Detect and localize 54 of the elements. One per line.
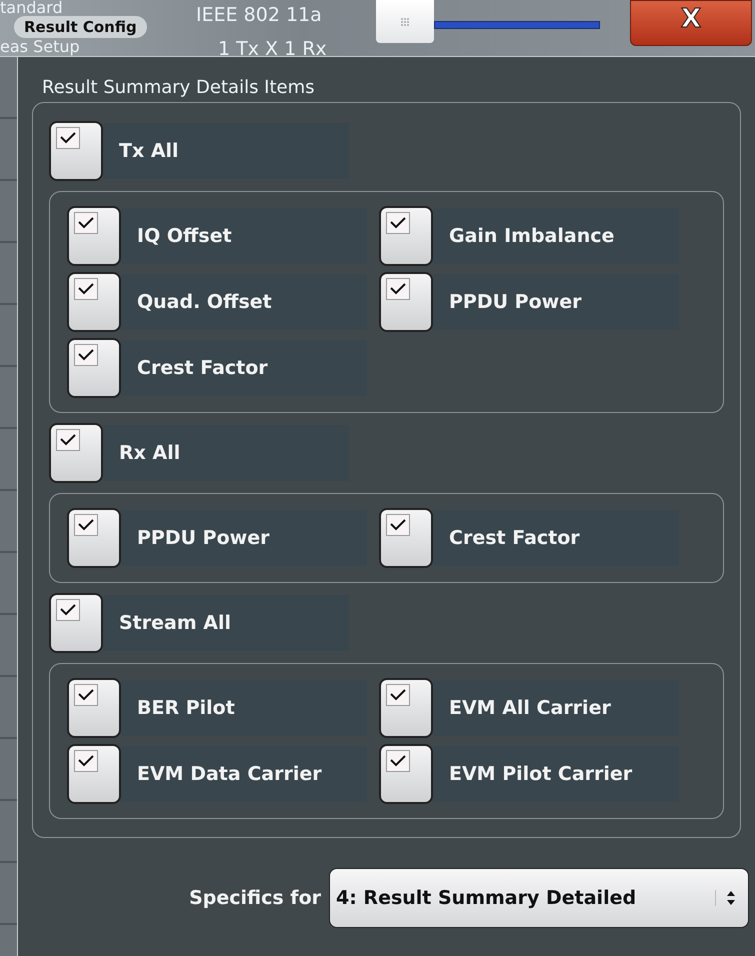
drag-handle[interactable] <box>376 0 434 43</box>
checkbox[interactable] <box>67 508 121 568</box>
specifics-label: Specifics for <box>189 887 321 909</box>
checkbox[interactable] <box>379 206 433 266</box>
check-icon <box>60 434 76 446</box>
specifics-dropdown[interactable]: 4: Result Summary Detailed <box>329 868 749 928</box>
check-icon <box>78 689 94 701</box>
checkbox[interactable] <box>67 678 121 738</box>
checkbox-label: IQ Offset <box>137 225 232 247</box>
group-title: Result Summary Details Items <box>42 77 316 100</box>
check-icon <box>390 689 406 701</box>
checkbox-label: Stream All <box>119 612 231 634</box>
check-icon <box>78 519 94 531</box>
checkbox[interactable] <box>379 744 433 804</box>
check-icon <box>78 283 94 295</box>
checkbox[interactable] <box>379 508 433 568</box>
spinner-arrows-icon <box>715 890 736 906</box>
checkbox[interactable] <box>379 272 433 332</box>
close-button[interactable]: X <box>630 0 752 46</box>
check-icon <box>390 217 406 229</box>
check-icon <box>78 217 94 229</box>
checkbox-label: Crest Factor <box>449 527 580 549</box>
checkbox-label: Quad. Offset <box>137 291 272 313</box>
check-icon <box>390 283 406 295</box>
checkbox-label: PPDU Power <box>449 291 582 313</box>
checkbox[interactable] <box>67 206 121 266</box>
grip-icon <box>400 16 410 26</box>
checkbox[interactable] <box>67 338 121 398</box>
check-icon <box>390 519 406 531</box>
checkbox-label: EVM All Carrier <box>449 697 611 719</box>
checkbox-label: Crest Factor <box>137 357 268 379</box>
check-icon <box>78 349 94 361</box>
background-text: eas Setup <box>0 39 80 55</box>
checkbox-label: BER Pilot <box>137 697 235 719</box>
checkbox-label: Rx All <box>119 442 180 464</box>
checkbox-label: EVM Data Carrier <box>137 763 322 785</box>
checkbox[interactable] <box>67 744 121 804</box>
checkbox-label: EVM Pilot Carrier <box>449 763 632 785</box>
checkbox[interactable] <box>379 678 433 738</box>
check-icon <box>60 604 76 616</box>
checkbox[interactable] <box>49 423 103 483</box>
check-icon <box>60 132 76 144</box>
checkbox-label: Tx All <box>119 140 179 162</box>
checkbox-label: Gain Imbalance <box>449 225 614 247</box>
background-text: 1 Tx X 1 Rx <box>218 40 327 59</box>
checkbox-label: PPDU Power <box>137 527 270 549</box>
background-text: IEEE 802 11a <box>196 6 322 25</box>
check-icon <box>390 755 406 767</box>
check-icon <box>78 755 94 767</box>
dialog-title: Result Config <box>14 16 147 38</box>
checkbox[interactable] <box>49 593 103 653</box>
background-text: tandard <box>0 0 63 16</box>
checkbox[interactable] <box>67 272 121 332</box>
checkbox[interactable] <box>49 121 103 181</box>
